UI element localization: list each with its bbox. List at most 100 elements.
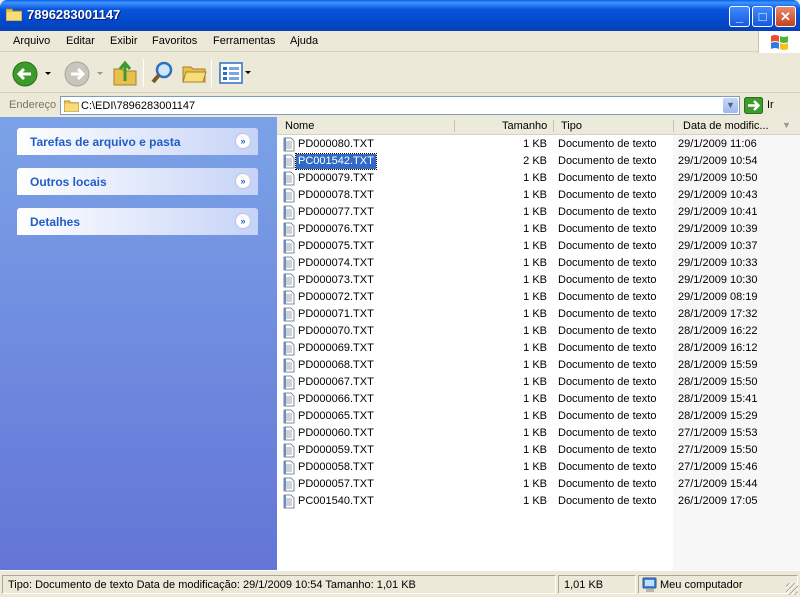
text-file-icon: [283, 205, 295, 220]
text-file-icon: [283, 392, 295, 407]
file-name[interactable]: PD000070.TXT: [296, 324, 376, 339]
file-name[interactable]: PD000073.TXT: [296, 273, 376, 288]
file-row[interactable]: PD000072.TXT 1 KB Documento de texto 29/1/2…: [277, 289, 800, 306]
file-name[interactable]: PD000057.TXT: [296, 477, 376, 492]
file-size: 1 KB: [523, 495, 547, 507]
file-row[interactable]: PD000078.TXT 1 KB Documento de texto 29/1/2…: [277, 187, 800, 204]
column-header-size[interactable]: Tamanho: [502, 120, 547, 132]
file-row[interactable]: PD000074.TXT 1 KB Documento de texto 29/1/2…: [277, 255, 800, 272]
views-icon[interactable]: [218, 61, 254, 85]
close-icon: ✕: [780, 9, 791, 24]
file-date: 27/1/2009 15:46: [678, 461, 758, 473]
expand-chevron-icon[interactable]: »: [235, 133, 251, 149]
file-row[interactable]: PD000058.TXT 1 KB Documento de texto 27/1/2…: [277, 459, 800, 476]
text-file-icon: [283, 460, 295, 475]
file-size: 1 KB: [523, 427, 547, 439]
address-input[interactable]: C:\EDI\7896283001147 ▼: [60, 96, 740, 115]
file-name[interactable]: PD000068.TXT: [296, 358, 376, 373]
menu-favoritos[interactable]: Favoritos: [152, 35, 197, 47]
file-name[interactable]: PD000059.TXT: [296, 443, 376, 458]
up-folder-icon[interactable]: [112, 59, 138, 87]
expand-chevron-icon[interactable]: »: [235, 213, 251, 229]
file-date: 28/1/2009 17:32: [678, 308, 758, 320]
address-dropdown-button[interactable]: ▼: [723, 98, 738, 113]
go-button[interactable]: Ir: [744, 96, 800, 115]
file-row[interactable]: PD000080.TXT 1 KB Documento de texto 29/1/2…: [277, 136, 800, 153]
file-name[interactable]: PD000078.TXT: [296, 188, 376, 203]
file-row[interactable]: PD000079.TXT 1 KB Documento de texto 29/1/2…: [277, 170, 800, 187]
column-separator[interactable]: [553, 120, 554, 132]
file-name[interactable]: PD000071.TXT: [296, 307, 376, 322]
column-header-name[interactable]: Nome: [285, 120, 314, 132]
file-size: 1 KB: [523, 376, 547, 388]
file-name[interactable]: PD000079.TXT: [296, 171, 376, 186]
expand-chevron-icon[interactable]: »: [235, 173, 251, 189]
file-row[interactable]: PD000057.TXT 1 KB Documento de texto 27/1/2…: [277, 476, 800, 493]
file-row[interactable]: PD000068.TXT 1 KB Documento de texto 28/1/2…: [277, 357, 800, 374]
minimize-button[interactable]: _: [729, 6, 750, 27]
file-size: 1 KB: [523, 478, 547, 490]
file-row[interactable]: PD000067.TXT 1 KB Documento de texto 28/1/2…: [277, 374, 800, 391]
file-name[interactable]: PC001540.TXT: [296, 494, 376, 509]
file-row[interactable]: PD000076.TXT 1 KB Documento de texto 29/1/2…: [277, 221, 800, 238]
file-row[interactable]: PC001540.TXT 1 KB Documento de texto 26/1/2…: [277, 493, 800, 510]
menu-ferramentas[interactable]: Ferramentas: [213, 35, 275, 47]
file-row[interactable]: PD000071.TXT 1 KB Documento de texto 28/1/2…: [277, 306, 800, 323]
back-icon[interactable]: [12, 61, 60, 87]
file-name[interactable]: PD000058.TXT: [296, 460, 376, 475]
column-separator[interactable]: [454, 120, 455, 132]
title-bar[interactable]: 7896283001147 _ □ ✕: [0, 0, 800, 31]
file-name[interactable]: PD000080.TXT: [296, 137, 376, 152]
file-size: 1 KB: [523, 257, 547, 269]
column-header-type[interactable]: Tipo: [561, 120, 582, 132]
menu-exibir[interactable]: Exibir: [110, 35, 138, 47]
column-header-date[interactable]: Data de modific...: [683, 120, 769, 132]
file-date: 29/1/2009 10:33: [678, 257, 758, 269]
file-name[interactable]: PD000072.TXT: [296, 290, 376, 305]
status-size: 1,01 KB: [564, 579, 604, 591]
file-date: 26/1/2009 17:05: [678, 495, 758, 507]
column-separator[interactable]: [673, 120, 674, 132]
file-name[interactable]: PD000066.TXT: [296, 392, 376, 407]
status-zone: Meu computador: [660, 579, 743, 591]
close-button[interactable]: ✕: [775, 6, 796, 27]
file-size: 1 KB: [523, 342, 547, 354]
file-name[interactable]: PD000077.TXT: [296, 205, 376, 220]
file-name[interactable]: PD000060.TXT: [296, 426, 376, 441]
file-name[interactable]: PC001542.TXT: [295, 153, 377, 170]
toolbar: [0, 53, 800, 93]
file-row[interactable]: PD000070.TXT 1 KB Documento de texto 28/1/2…: [277, 323, 800, 340]
file-row[interactable]: PD000066.TXT 1 KB Documento de texto 28/1/2…: [277, 391, 800, 408]
task-group-details[interactable]: Detalhes »: [17, 208, 258, 235]
task-group-file-folder[interactable]: Tarefas de arquivo e pasta »: [17, 128, 258, 155]
file-row[interactable]: PC001542.TXT 2 KB Documento de texto 29/1/2…: [277, 153, 800, 170]
maximize-button[interactable]: □: [752, 6, 773, 27]
file-name[interactable]: PD000075.TXT: [296, 239, 376, 254]
folder-icon: [6, 8, 22, 21]
file-row[interactable]: PD000059.TXT 1 KB Documento de texto 27/1/2…: [277, 442, 800, 459]
file-size: 1 KB: [523, 240, 547, 252]
file-row[interactable]: PD000060.TXT 1 KB Documento de texto 27/1/2…: [277, 425, 800, 442]
folders-icon[interactable]: [181, 60, 207, 86]
forward-icon[interactable]: [64, 61, 106, 87]
file-row[interactable]: PD000075.TXT 1 KB Documento de texto 29/1/2…: [277, 238, 800, 255]
text-file-icon: [283, 409, 295, 424]
file-type: Documento de texto: [558, 444, 657, 456]
task-group-other-places[interactable]: Outros locais »: [17, 168, 258, 195]
file-date: 28/1/2009 15:41: [678, 393, 758, 405]
file-name[interactable]: PD000065.TXT: [296, 409, 376, 424]
file-name[interactable]: PD000067.TXT: [296, 375, 376, 390]
file-row[interactable]: PD000069.TXT 1 KB Documento de texto 28/1/2…: [277, 340, 800, 357]
file-row[interactable]: PD000065.TXT 1 KB Documento de texto 28/1/2…: [277, 408, 800, 425]
file-name[interactable]: PD000074.TXT: [296, 256, 376, 271]
file-name[interactable]: PD000069.TXT: [296, 341, 376, 356]
file-name[interactable]: PD000076.TXT: [296, 222, 376, 237]
search-icon[interactable]: [150, 59, 176, 87]
file-row[interactable]: PD000073.TXT 1 KB Documento de texto 29/1/2…: [277, 272, 800, 289]
menu-arquivo[interactable]: Arquivo: [13, 35, 50, 47]
menu-editar[interactable]: Editar: [66, 35, 95, 47]
file-row[interactable]: PD000077.TXT 1 KB Documento de texto 29/1/2…: [277, 204, 800, 221]
text-file-icon: [283, 256, 295, 271]
menu-ajuda[interactable]: Ajuda: [290, 35, 318, 47]
resize-grip[interactable]: [786, 583, 798, 595]
